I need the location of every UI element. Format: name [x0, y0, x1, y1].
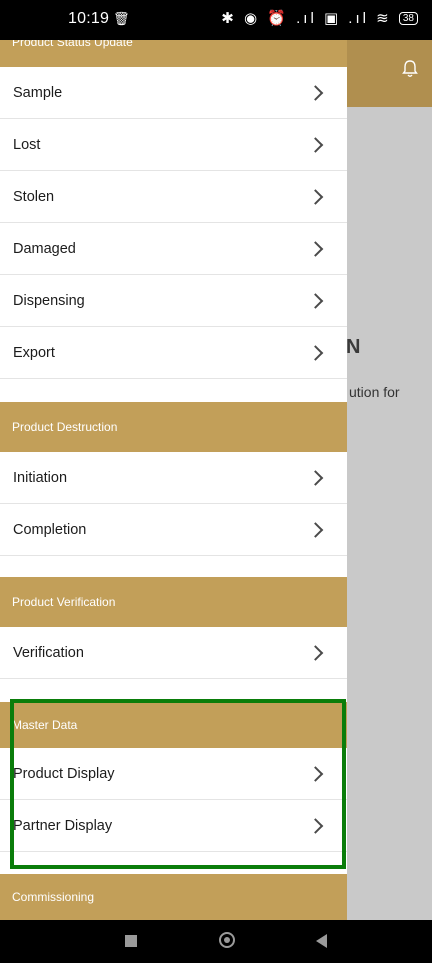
chevron-right-icon — [307, 292, 324, 309]
chevron-right-icon — [307, 644, 324, 661]
battery-icon: 38 — [398, 12, 418, 25]
section-header-label: Product Verification — [12, 595, 116, 609]
background-text-fragment: ution for — [349, 384, 400, 400]
section-header-label: Commissioning — [12, 890, 95, 904]
chevron-right-icon — [307, 136, 324, 153]
section-header-product-verification: Product Verification — [0, 577, 347, 627]
status-icons: ✱ ◉ ⏰ .ıl ▣ .ıl ≋ 38 — [221, 9, 418, 27]
trash-icon: 🗑 — [113, 11, 130, 26]
menu-item-label: Completion — [13, 521, 87, 538]
status-time: 10:19 🗑 — [68, 10, 130, 28]
menu-item-verification[interactable]: Verification — [0, 627, 347, 679]
chevron-right-icon — [307, 765, 324, 782]
menu-item-product-display[interactable]: Product Display — [0, 748, 347, 800]
section-header-master-data: Master Data — [0, 702, 347, 748]
menu-item-label: Partner Display — [13, 817, 113, 834]
navigation-bar — [0, 920, 432, 963]
menu-item-damaged[interactable]: Damaged — [0, 223, 347, 275]
menu-item-stolen[interactable]: Stolen — [0, 171, 347, 223]
section-header-label: Master Data — [12, 718, 78, 732]
chevron-right-icon — [307, 469, 324, 486]
menu-item-label: Lost — [13, 136, 41, 153]
chevron-right-icon — [307, 344, 324, 361]
chevron-right-icon — [307, 817, 324, 834]
section-header-product-status-update: Product Status Update — [0, 40, 347, 67]
recents-button[interactable] — [125, 935, 137, 947]
section-header-label: Product Status Update — [12, 40, 133, 49]
menu-item-label: Stolen — [13, 188, 55, 205]
menu-item-sample[interactable]: Sample — [0, 67, 347, 119]
menu-item-dispensing[interactable]: Dispensing — [0, 275, 347, 327]
menu-item-initiation[interactable]: Initiation — [0, 452, 347, 504]
menu-item-label: Verification — [13, 644, 84, 661]
system-status-icons: ✱ ◉ ⏰ .ıl ▣ .ıl ≋ — [221, 10, 392, 27]
menu-item-label: Damaged — [13, 240, 76, 257]
menu-item-completion[interactable]: Completion — [0, 504, 347, 556]
section-header-label: Product Destruction — [12, 420, 118, 434]
menu-item-partner-display[interactable]: Partner Display — [0, 800, 347, 852]
menu-item-label: Export — [13, 344, 55, 361]
bell-icon[interactable] — [402, 60, 418, 78]
background-heading-fragment: N — [346, 336, 361, 358]
chevron-right-icon — [307, 188, 324, 205]
home-button[interactable] — [219, 932, 235, 948]
menu-item-label: Dispensing — [13, 292, 85, 309]
back-button[interactable] — [316, 934, 327, 948]
chevron-right-icon — [307, 521, 324, 538]
chevron-right-icon — [307, 84, 324, 101]
menu-item-label: Initiation — [13, 469, 68, 486]
chevron-right-icon — [307, 240, 324, 257]
status-bar: 10:19 🗑 ✱ ◉ ⏰ .ıl ▣ .ıl ≋ 38 — [0, 0, 432, 40]
section-header-commissioning: Commissioning — [0, 874, 347, 920]
navigation-drawer: Product Status Update Sample Lost Stolen… — [0, 40, 347, 920]
menu-item-label: Sample — [13, 84, 63, 101]
clock-text: 10:19 — [68, 10, 110, 27]
section-header-product-destruction: Product Destruction — [0, 402, 347, 452]
menu-item-export[interactable]: Export — [0, 327, 347, 379]
menu-item-lost[interactable]: Lost — [0, 119, 347, 171]
menu-item-label: Product Display — [13, 765, 115, 782]
